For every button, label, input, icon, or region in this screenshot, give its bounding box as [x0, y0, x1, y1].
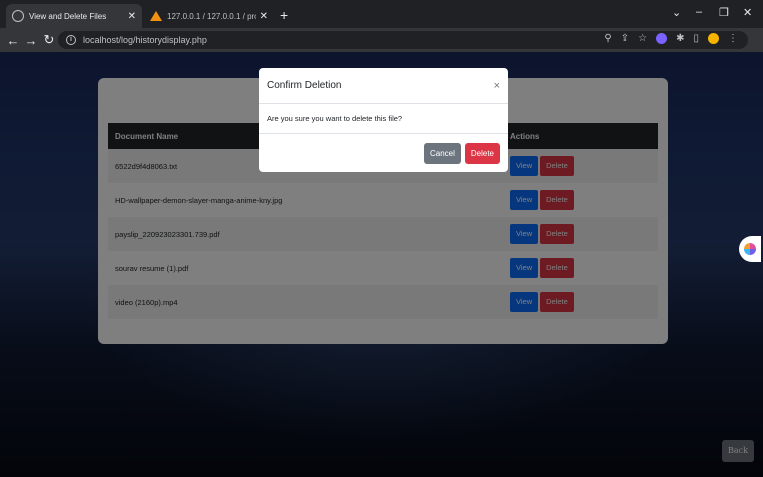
tab-inactive[interactable]: 127.0.0.1 / 127.0.0.1 / project / ... ✕ — [144, 4, 274, 28]
chevron-down-icon[interactable]: ⌄ — [672, 6, 681, 19]
modal-footer: Cancel Delete — [259, 134, 508, 172]
sidepanel-icon[interactable]: ▯ — [693, 33, 699, 44]
close-tab-icon[interactable]: ✕ — [128, 11, 136, 22]
side-extension-widget[interactable] — [739, 236, 761, 262]
phpmyadmin-icon — [150, 11, 162, 21]
minimize-icon[interactable]: – — [696, 6, 702, 18]
close-icon[interactable]: × — [494, 80, 500, 92]
zoom-icon[interactable]: ⚲ — [604, 33, 611, 44]
browser-tabstrip: View and Delete Files ✕ 127.0.0.1 / 127.… — [0, 0, 763, 28]
maximize-icon[interactable]: ❐ — [719, 6, 729, 19]
back-arrow-icon[interactable]: ← — [4, 33, 22, 48]
browser-toolbar: ← → ↻ i localhost/log/historydisplay.php… — [0, 28, 763, 52]
modal-body: Are you sure you want to delete this fil… — [259, 104, 508, 134]
new-tab-button[interactable]: + — [280, 7, 288, 23]
modal-header: Confirm Deletion × — [259, 68, 508, 104]
page-viewport: Document Name Actions 6522d9f4d8063.txt … — [0, 52, 763, 477]
url-text: localhost/log/historydisplay.php — [83, 35, 207, 45]
extension-logo-icon — [744, 243, 756, 255]
extension-icon[interactable] — [656, 33, 668, 44]
reload-icon[interactable]: ↻ — [40, 32, 58, 48]
confirm-deletion-modal: Confirm Deletion × Are you sure you want… — [259, 68, 508, 172]
modal-title: Confirm Deletion — [267, 80, 342, 91]
window-close-icon[interactable]: ✕ — [743, 6, 752, 19]
tab-title: View and Delete Files — [29, 11, 107, 21]
tab-title: 127.0.0.1 / 127.0.0.1 / project / ... — [167, 11, 256, 21]
menu-dots-icon[interactable]: ⋮ — [728, 33, 738, 44]
puzzle-icon[interactable]: ✱ — [676, 33, 684, 44]
close-tab-icon[interactable]: ✕ — [260, 11, 268, 22]
info-icon[interactable]: i — [66, 35, 76, 45]
forward-arrow-icon[interactable]: → — [22, 33, 40, 48]
cancel-button[interactable]: Cancel — [423, 142, 461, 164]
globe-icon — [12, 10, 24, 22]
address-bar[interactable]: i localhost/log/historydisplay.php ⚲ ⇪ ☆… — [58, 31, 748, 49]
modal-message: Are you sure you want to delete this fil… — [267, 114, 403, 123]
confirm-delete-button[interactable]: Delete — [464, 142, 500, 164]
profile-avatar[interactable] — [708, 33, 719, 44]
bookmark-star-icon[interactable]: ☆ — [638, 33, 647, 44]
tab-active[interactable]: View and Delete Files ✕ — [6, 4, 142, 28]
share-icon[interactable]: ⇪ — [621, 33, 629, 44]
